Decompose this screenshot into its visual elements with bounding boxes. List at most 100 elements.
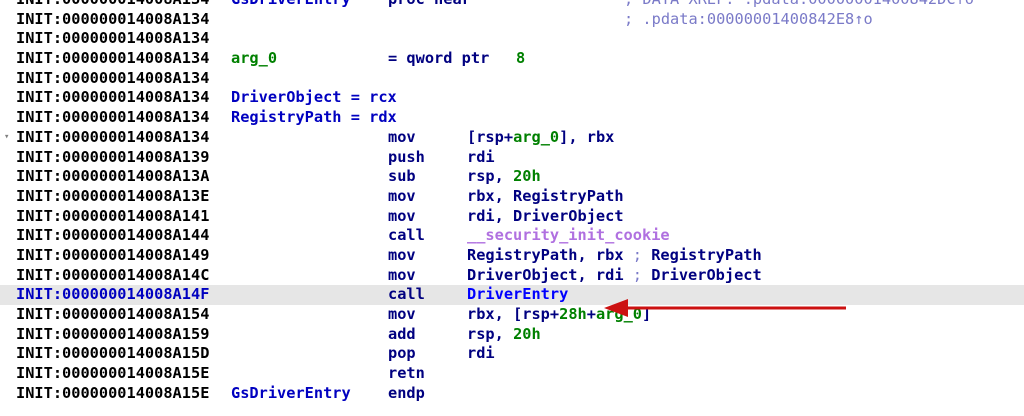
- listing-row[interactable]: INIT:000000014008A14C mov DriverObject, rd…: [0, 266, 1024, 286]
- operands[interactable]: rbx, RegistryPath: [467, 187, 624, 207]
- operands[interactable]: 8: [516, 49, 525, 69]
- operands[interactable]: rsp, 20h: [467, 167, 541, 187]
- operand-token[interactable]: __security_init_cookie: [467, 226, 670, 244]
- listing-row[interactable]: INIT:000000014008A144 call __security_init…: [0, 226, 1024, 246]
- operands[interactable]: DriverEntry: [467, 285, 568, 305]
- listing-row[interactable]: INIT:000000014008A13E mov rbx, RegistryPat…: [0, 187, 1024, 207]
- operand-token[interactable]: ;: [633, 246, 651, 264]
- symbol-label[interactable]: DriverObject = rcx: [231, 88, 397, 108]
- listing-row[interactable]: INIT:000000014008A149 mov RegistryPath, rb…: [0, 246, 1024, 266]
- address[interactable]: INIT:000000014008A134: [16, 69, 209, 89]
- mnemonic[interactable]: proc near: [388, 0, 471, 10]
- listing-row[interactable]: INIT:000000014008A141 mov rdi, DriverObjec…: [0, 207, 1024, 227]
- operand-token[interactable]: ], rbx: [559, 128, 614, 146]
- operands[interactable]: rsp, 20h: [467, 325, 541, 345]
- operand-token[interactable]: RegistryPath, rbx: [467, 246, 633, 264]
- mnemonic[interactable]: endp: [388, 384, 425, 404]
- operands[interactable]: rdi: [467, 148, 495, 168]
- mnemonic[interactable]: mov: [388, 266, 416, 286]
- address[interactable]: INIT:000000014008A134: [16, 88, 209, 108]
- mnemonic[interactable]: mov: [388, 207, 416, 227]
- operands[interactable]: rbx, [rsp+28h+arg_0]: [467, 305, 651, 325]
- symbol-label[interactable]: RegistryPath = rdx: [231, 108, 397, 128]
- mnemonic[interactable]: pop: [388, 344, 416, 364]
- mnemonic[interactable]: mov: [388, 246, 416, 266]
- operand-token[interactable]: 20h: [513, 325, 541, 343]
- address[interactable]: INIT:000000014008A134: [16, 49, 209, 69]
- address[interactable]: INIT:000000014008A15E: [16, 384, 209, 404]
- operands[interactable]: DriverObject, rdi ; DriverObject: [467, 266, 762, 286]
- listing-row[interactable]: INIT:000000014008A159 add rsp, 20h: [0, 325, 1024, 345]
- operand-token[interactable]: [rsp+: [467, 128, 513, 146]
- address[interactable]: INIT:000000014008A159: [16, 325, 209, 345]
- address[interactable]: INIT:000000014008A14C: [16, 266, 209, 286]
- symbol-label[interactable]: GsDriverEntry: [231, 0, 351, 10]
- operand-token[interactable]: ;: [633, 266, 651, 284]
- operand-token[interactable]: DriverObject: [651, 266, 762, 284]
- symbol-label[interactable]: GsDriverEntry: [231, 384, 351, 404]
- operand-token[interactable]: rsp,: [467, 167, 513, 185]
- listing-row[interactable]: INIT:000000014008A134 arg_0 = qword ptr 8: [0, 49, 1024, 69]
- mnemonic[interactable]: sub: [388, 167, 416, 187]
- address[interactable]: INIT:000000014008A13A: [16, 167, 209, 187]
- mnemonic[interactable]: retn: [388, 364, 425, 384]
- operand-token[interactable]: arg_0: [513, 128, 559, 146]
- address[interactable]: INIT:000000014008A14F: [16, 285, 209, 305]
- address[interactable]: INIT:000000014008A134: [16, 108, 209, 128]
- address[interactable]: INIT:000000014008A141: [16, 207, 209, 227]
- operand-token[interactable]: 28h: [559, 305, 587, 323]
- listing-row[interactable]: INIT:000000014008A134 RegistryPath = rdx: [0, 108, 1024, 128]
- address[interactable]: INIT:000000014008A154: [16, 305, 209, 325]
- listing-row[interactable]: INIT:000000014008A15E retn: [0, 364, 1024, 384]
- address[interactable]: INIT:000000014008A134: [16, 10, 209, 30]
- operand-token[interactable]: DriverObject, rdi: [467, 266, 633, 284]
- address[interactable]: INIT:000000014008A15E: [16, 364, 209, 384]
- operand-token[interactable]: rdi, DriverObject: [467, 207, 624, 225]
- mnemonic[interactable]: add: [388, 325, 416, 345]
- address[interactable]: INIT:000000014008A134: [16, 29, 209, 49]
- address[interactable]: INIT:000000014008A144: [16, 226, 209, 246]
- mnemonic[interactable]: push: [388, 148, 425, 168]
- operand-token[interactable]: arg_0: [596, 305, 642, 323]
- operand-token[interactable]: rsp,: [467, 325, 513, 343]
- mnemonic[interactable]: = qword ptr: [388, 49, 489, 69]
- listing-row[interactable]: INIT:000000014008A13A sub rsp, 20h: [0, 167, 1024, 187]
- listing-row[interactable]: INIT:000000014008A139 push rdi: [0, 148, 1024, 168]
- listing-row[interactable]: INIT:000000014008A15D pop rdi: [0, 344, 1024, 364]
- listing-row[interactable]: INIT:000000014008A14F call DriverEntry: [0, 285, 1024, 305]
- listing-row[interactable]: INIT:000000014008A154 mov rbx, [rsp+28h+ar…: [0, 305, 1024, 325]
- operands[interactable]: RegistryPath, rbx ; RegistryPath: [467, 246, 762, 266]
- address[interactable]: INIT:000000014008A15D: [16, 344, 209, 364]
- operand-token[interactable]: +: [587, 305, 596, 323]
- listing-row[interactable]: ▾ INIT:000000014008A134 mov [rsp+arg_0], rb…: [0, 128, 1024, 148]
- operands[interactable]: [rsp+arg_0], rbx: [467, 128, 614, 148]
- operands[interactable]: rdi, DriverObject: [467, 207, 624, 227]
- mnemonic[interactable]: mov: [388, 305, 416, 325]
- operands[interactable]: __security_init_cookie: [467, 226, 670, 246]
- address[interactable]: INIT:000000014008A134: [16, 128, 209, 148]
- operand-token[interactable]: RegistryPath: [651, 246, 762, 264]
- operand-token[interactable]: rbx, RegistryPath: [467, 187, 624, 205]
- operand-token[interactable]: DriverEntry: [467, 285, 568, 303]
- address[interactable]: INIT:000000014008A149: [16, 246, 209, 266]
- operands[interactable]: rdi: [467, 344, 495, 364]
- mnemonic[interactable]: call: [388, 285, 425, 305]
- operand-token[interactable]: rbx, [rsp+: [467, 305, 559, 323]
- listing-row[interactable]: INIT:000000014008A134 ; .pdata:0000000140…: [0, 10, 1024, 30]
- mnemonic[interactable]: call: [388, 226, 425, 246]
- operand-token[interactable]: 20h: [513, 167, 541, 185]
- address[interactable]: INIT:000000014008A134: [16, 0, 209, 10]
- operand-token[interactable]: ]: [642, 305, 651, 323]
- listing-row[interactable]: INIT:000000014008A15E GsDriverEntry endp: [0, 384, 1024, 404]
- listing-row[interactable]: INIT:000000014008A134 GsDriverEntry proc n…: [0, 0, 1024, 10]
- address[interactable]: INIT:000000014008A139: [16, 148, 209, 168]
- disassembly-listing[interactable]: INIT:000000014008A134 GsDriverEntry proc n…: [0, 0, 1024, 403]
- operand-token[interactable]: rdi: [467, 148, 495, 166]
- listing-row[interactable]: INIT:000000014008A134 DriverObject = rcx: [0, 88, 1024, 108]
- listing-row[interactable]: INIT:000000014008A134: [0, 69, 1024, 89]
- xref-comment[interactable]: ; DATA XREF: .pdata:00000001400842DC↑o: [624, 0, 974, 10]
- symbol-label[interactable]: arg_0: [231, 49, 277, 69]
- xref-comment[interactable]: ; .pdata:00000001400842E8↑o: [624, 10, 873, 30]
- operand-token[interactable]: rdi: [467, 344, 495, 362]
- collapse-triangle-icon[interactable]: ▾: [4, 128, 9, 148]
